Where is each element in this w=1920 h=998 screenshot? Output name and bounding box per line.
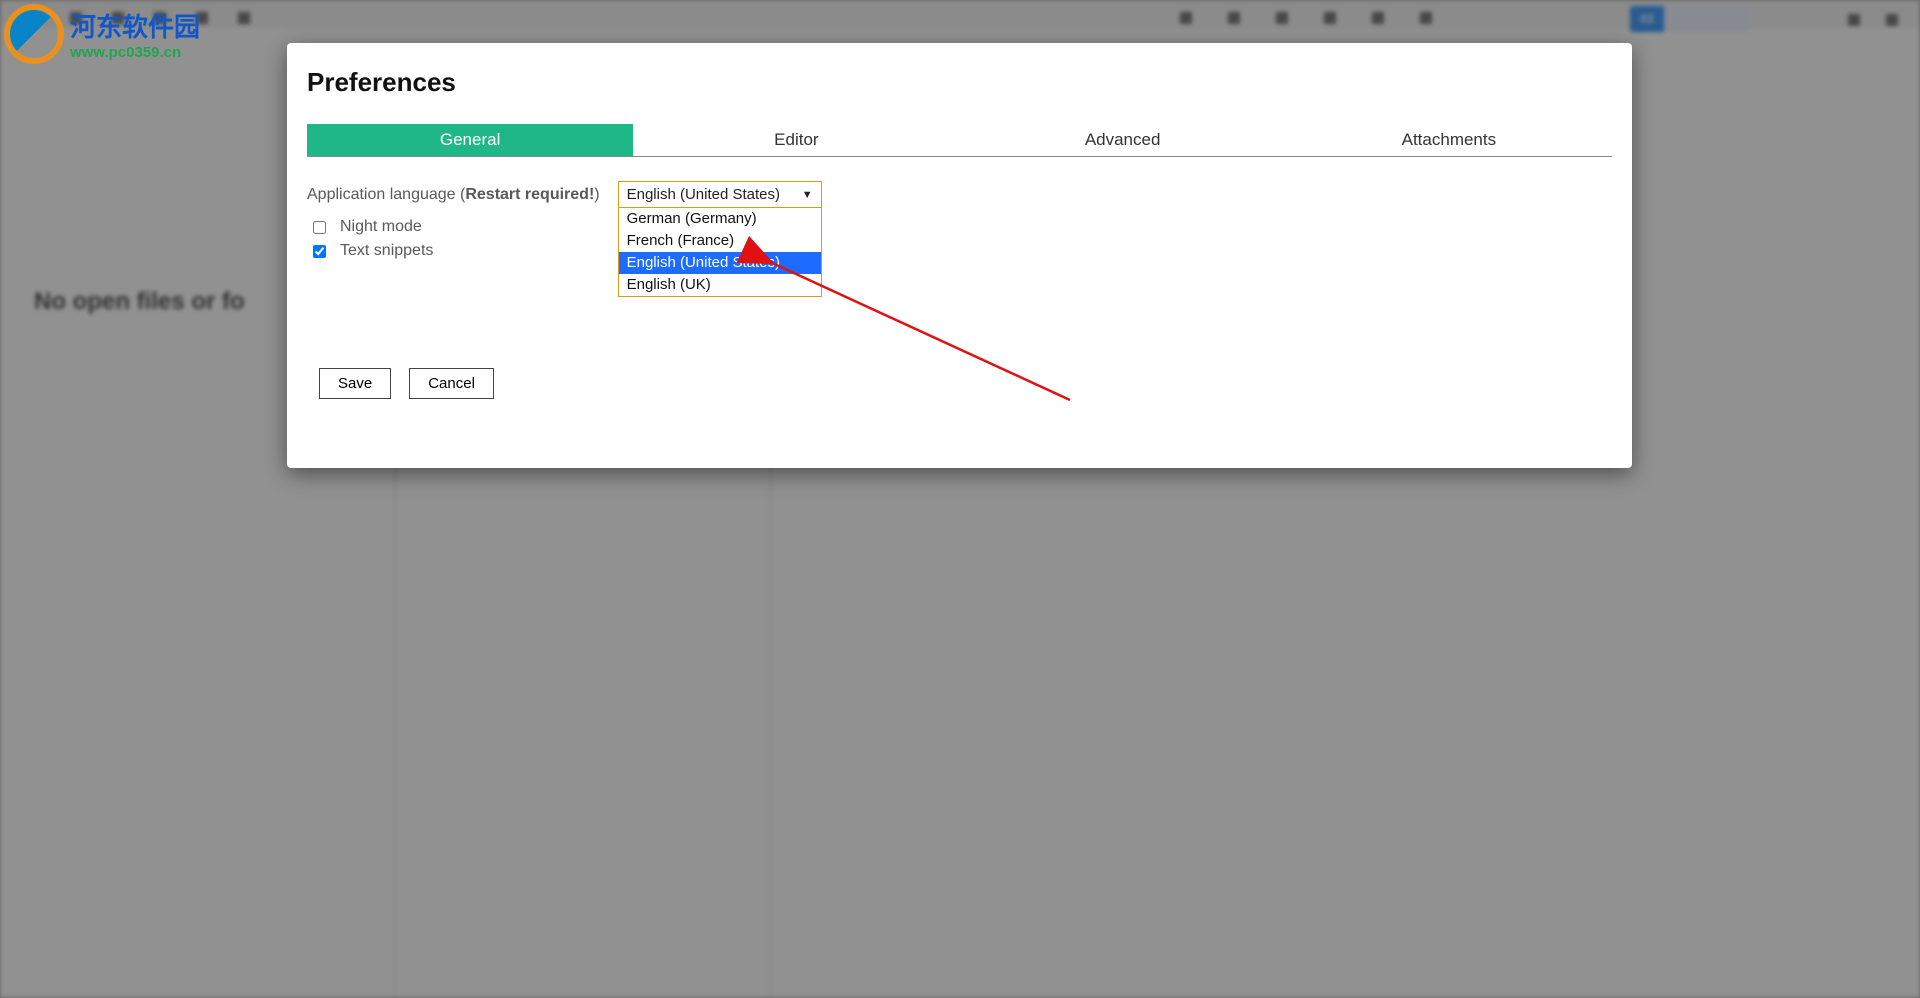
language-row: Application language (Restart required!)… [307,181,1612,208]
text-snippets-label: Text snippets [340,242,433,260]
language-select-wrapper: English (United States) ▼ German (German… [618,181,822,208]
language-select[interactable]: English (United States) ▼ [618,181,822,208]
text-snippets-checkbox[interactable] [313,245,326,258]
night-mode-label: Night mode [340,218,422,236]
dialog-buttons: Save Cancel [319,368,1612,399]
preferences-dialog: Preferences General Editor Advanced Atta… [287,43,1632,468]
language-label: Application language (Restart required!) [307,186,600,204]
tabs-bar: General Editor Advanced Attachments [307,124,1612,157]
save-button[interactable]: Save [319,368,391,399]
logo-title: 河东软件园 [70,7,200,44]
text-snippets-row: Text snippets [313,242,1612,260]
tab-editor[interactable]: Editor [633,124,959,156]
watermark-logo: 河东软件园 www.pc0359.cn [4,4,200,64]
language-option-english-us[interactable]: English (United States) [619,252,821,274]
language-option-french[interactable]: French (France) [619,230,821,252]
night-mode-checkbox[interactable] [313,221,326,234]
logo-url: www.pc0359.cn [70,44,200,61]
cancel-button[interactable]: Cancel [409,368,494,399]
night-mode-row: Night mode [313,218,1612,236]
language-selected-value: English (United States) [627,186,780,203]
dialog-title: Preferences [307,67,1612,98]
language-dropdown: German (Germany) French (France) English… [618,208,822,297]
language-option-english-uk[interactable]: English (UK) [619,274,821,296]
chevron-down-icon: ▼ [802,189,813,201]
logo-icon [4,4,64,64]
tab-general[interactable]: General [307,124,633,156]
tab-attachments[interactable]: Attachments [1286,124,1612,156]
tab-advanced[interactable]: Advanced [960,124,1286,156]
language-option-german[interactable]: German (Germany) [619,208,821,230]
